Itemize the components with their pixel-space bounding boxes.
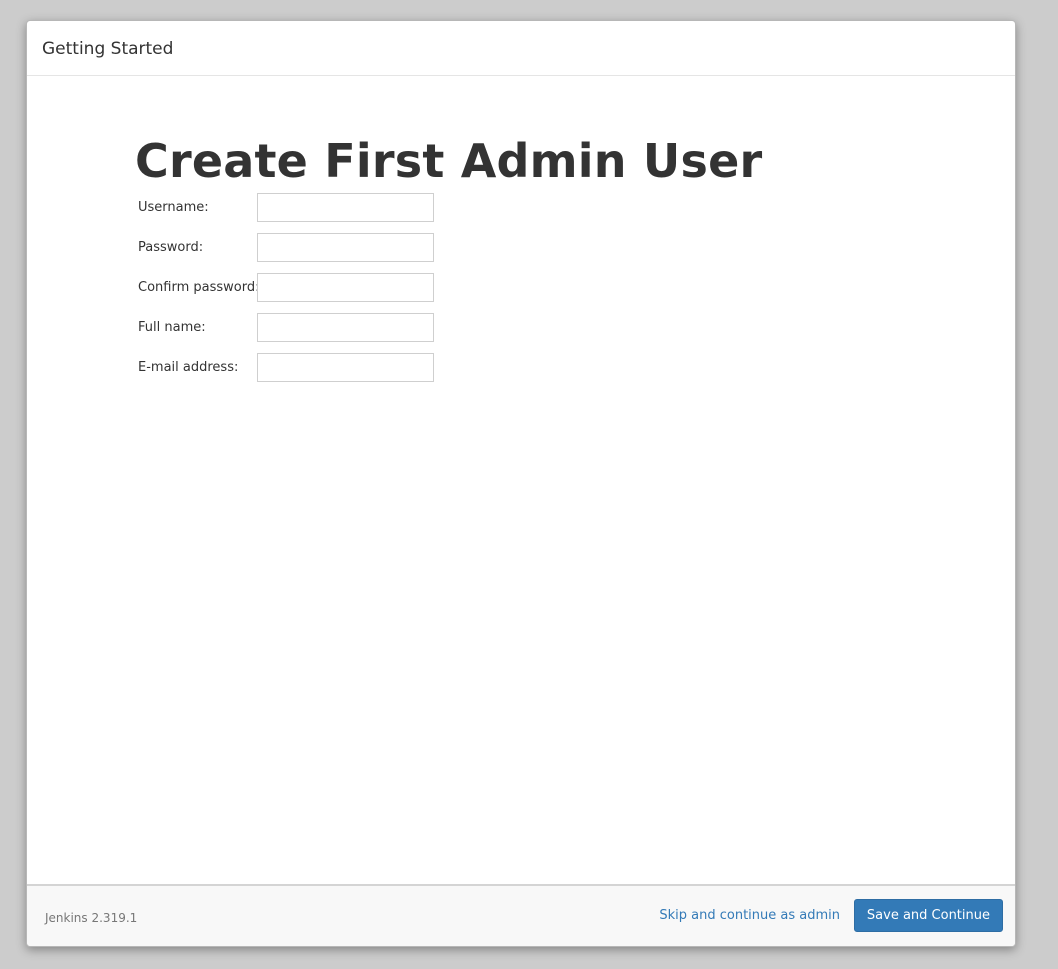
full-name-label: Full name: <box>138 320 206 335</box>
dialog-title: Getting Started <box>42 39 174 59</box>
email-row: E-mail address: <box>138 353 438 383</box>
password-row: Password: <box>138 233 438 263</box>
full-name-row: Full name: <box>138 313 438 343</box>
password-input[interactable] <box>257 233 434 262</box>
dialog-body: Create First Admin User Username: Passwo… <box>27 76 1015 886</box>
username-input[interactable] <box>257 193 434 222</box>
password-label: Password: <box>138 240 204 255</box>
confirm-password-label: Confirm password: <box>138 280 260 295</box>
skip-continue-as-admin-link[interactable]: Skip and continue as admin <box>659 907 840 925</box>
confirm-password-row: Confirm password: <box>138 273 438 303</box>
page-title: Create First Admin User <box>135 134 763 188</box>
version-label: Jenkins 2.319.1 <box>45 911 138 925</box>
email-input[interactable] <box>257 353 434 382</box>
save-and-continue-button[interactable]: Save and Continue <box>853 899 1003 932</box>
username-label: Username: <box>138 200 209 215</box>
username-row: Username: <box>138 193 438 223</box>
dialog-header: Getting Started <box>27 21 1015 76</box>
confirm-password-input[interactable] <box>257 273 434 302</box>
email-label: E-mail address: <box>138 360 239 375</box>
dialog-footer: Jenkins 2.319.1 Skip and continue as adm… <box>27 884 1015 946</box>
setup-wizard-dialog: Getting Started Create First Admin User … <box>26 20 1016 947</box>
full-name-input[interactable] <box>257 313 434 342</box>
